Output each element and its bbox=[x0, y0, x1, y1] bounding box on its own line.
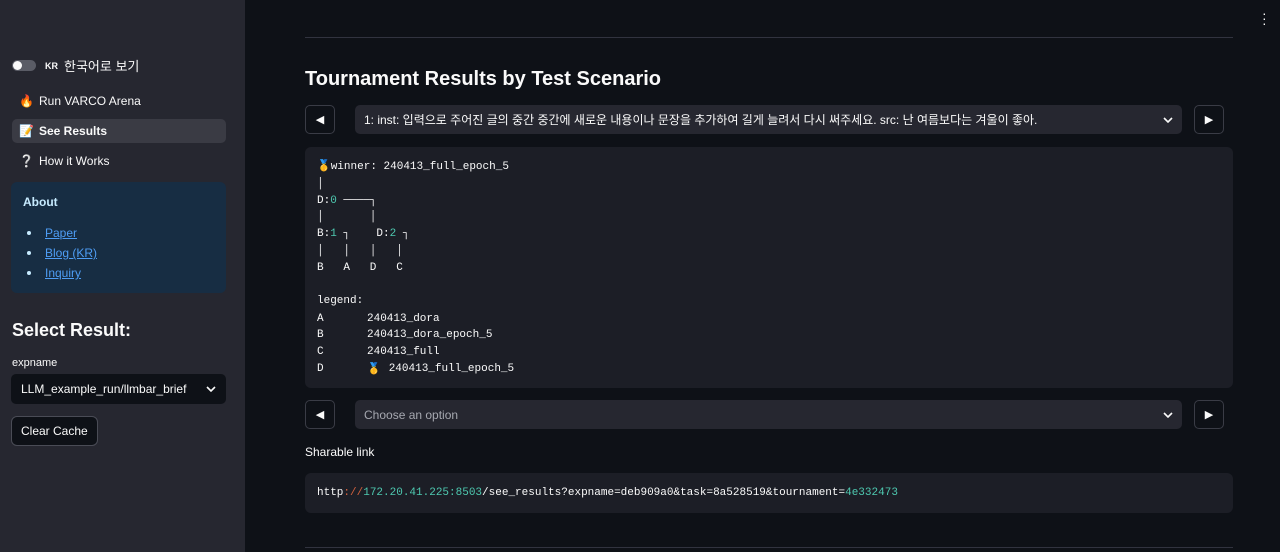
page-title: Tournament Results by Test Scenario bbox=[305, 68, 662, 90]
legend-key: C bbox=[317, 346, 324, 359]
divider bbox=[305, 37, 1233, 38]
option-select-placeholder: Choose an option bbox=[364, 407, 459, 422]
legend-key: A bbox=[317, 312, 324, 325]
next-option-button[interactable]: ▶ bbox=[1194, 400, 1224, 429]
tree-branch: ────┐ bbox=[336, 194, 377, 207]
url-proto: http bbox=[317, 487, 344, 499]
bullet-icon bbox=[27, 231, 31, 235]
tree-node-b: B: bbox=[317, 228, 331, 241]
chevron-down-icon bbox=[1163, 116, 1173, 123]
nav-item-label: Run VARCO Arena bbox=[39, 94, 141, 108]
nav-item-how-it-works[interactable]: ❔ How it Works bbox=[12, 149, 226, 173]
tree-leaves: B A D C bbox=[317, 261, 403, 274]
legend-row: C 240413_full bbox=[317, 344, 1221, 361]
winner-label: winner bbox=[330, 161, 371, 173]
tree-node-d-score: 0 bbox=[330, 194, 337, 207]
next-scenario-button[interactable]: ▶ bbox=[1194, 105, 1224, 134]
next-arrow-icon: ▶ bbox=[1204, 114, 1214, 126]
medal-icon: 🥇 bbox=[367, 363, 381, 376]
tree-node-b-score: 1 bbox=[330, 228, 337, 241]
kr-tag: KR bbox=[45, 60, 58, 71]
bullet-icon bbox=[27, 251, 31, 255]
nav-item-run-varco-arena[interactable]: 🔥 Run VARCO Arena bbox=[12, 89, 226, 113]
url-sep: :// bbox=[343, 487, 364, 499]
sidebar: KR 한국어로 보기 🔥 Run VARCO Arena 📝 See Resul… bbox=[0, 0, 245, 552]
nav-item-label: How it Works bbox=[39, 154, 110, 168]
next-arrow-icon: ▶ bbox=[1204, 409, 1214, 421]
expname-value: LLM_example_run/llmbar_brief bbox=[21, 382, 187, 396]
legend-value: 240413_full bbox=[367, 346, 440, 359]
tree-line: │ │ │ │ bbox=[317, 244, 403, 257]
about-link-item: Inquiry bbox=[23, 263, 214, 283]
toggle-knob bbox=[13, 61, 22, 70]
expname-label: expname bbox=[12, 357, 58, 369]
about-box: About Paper Blog (KR) Inquiry bbox=[11, 182, 226, 293]
sharable-url[interactable]: http://172.20.41.225:8503/see_results?ex… bbox=[317, 487, 898, 499]
nav-item-see-results[interactable]: 📝 See Results bbox=[12, 119, 226, 143]
toggle-switch[interactable] bbox=[12, 60, 36, 71]
url-tail: 4e332473 bbox=[845, 487, 898, 499]
about-link-item: Blog (KR) bbox=[23, 243, 214, 263]
tree-branch: ┐ bbox=[396, 228, 410, 241]
legend-value: 240413_full_epoch_5 bbox=[388, 362, 515, 375]
sharable-link-code: http://172.20.41.225:8503/see_results?ex… bbox=[305, 473, 1233, 513]
tree-line: │ bbox=[317, 177, 324, 190]
expname-select[interactable]: LLM_example_run/llmbar_brief bbox=[11, 374, 226, 404]
sidebar-nav: 🔥 Run VARCO Arena 📝 See Results ❔ How it… bbox=[12, 89, 226, 179]
toggle-label: 한국어로 보기 bbox=[64, 59, 140, 74]
legend-key: D bbox=[317, 362, 324, 375]
scenario-select-value: 1: inst: 입력으로 주어진 글의 중간 중간에 새로운 내용이나 문장을… bbox=[364, 113, 1038, 127]
legend-row: A 240413_dora bbox=[317, 310, 1221, 327]
tournament-tree-code: 🥇winner: 240413_full_epoch_5 │ D:0 ────┐… bbox=[305, 147, 1233, 388]
paper-link[interactable]: Paper bbox=[45, 226, 77, 240]
legend-list: A 240413_dora B 240413_dora_epoch_5 C 24041… bbox=[317, 310, 1221, 377]
url-path: /see_results?expname=deb909a0&task=8a528… bbox=[482, 487, 846, 499]
select-result-title: Select Result: bbox=[12, 320, 132, 340]
language-toggle[interactable]: KR 한국어로 보기 bbox=[12, 56, 139, 75]
nav-item-label: See Results bbox=[39, 124, 108, 138]
legend-row: D 🥇 240413_full_epoch_5 bbox=[317, 361, 1221, 378]
inquiry-link[interactable]: Inquiry bbox=[45, 266, 81, 280]
tree-line: │ │ bbox=[317, 211, 377, 224]
fire-icon: 🔥 bbox=[19, 94, 34, 108]
chevron-down-icon bbox=[1163, 411, 1173, 418]
scenario-select[interactable]: 1: inst: 입력으로 주어진 글의 중간 중간에 새로운 내용이나 문장을… bbox=[355, 105, 1182, 134]
main-menu-icon[interactable]: · · · bbox=[1262, 6, 1267, 30]
medal-icon: 🥇 bbox=[317, 161, 331, 173]
divider bbox=[305, 547, 1233, 548]
prev-option-button[interactable]: ◀ bbox=[305, 400, 335, 429]
legend-value: 240413_dora bbox=[367, 312, 440, 325]
memo-icon: 📝 bbox=[19, 124, 34, 138]
legend-key: B bbox=[317, 329, 324, 342]
legend-title: legend bbox=[317, 295, 357, 308]
clear-cache-button[interactable]: Clear Cache bbox=[11, 416, 98, 446]
prev-arrow-icon: ◀ bbox=[315, 409, 325, 421]
legend-value: 240413_dora_epoch_5 bbox=[367, 329, 493, 342]
blog-link[interactable]: Blog (KR) bbox=[45, 246, 97, 260]
about-links: Paper Blog (KR) Inquiry bbox=[23, 223, 214, 283]
chevron-down-icon bbox=[206, 386, 216, 392]
question-icon: ❔ bbox=[19, 154, 34, 168]
tree-branch: ┐ D: bbox=[336, 228, 390, 241]
prev-arrow-icon: ◀ bbox=[315, 114, 325, 126]
about-link-item: Paper bbox=[23, 223, 214, 243]
winner-value: 240413_full_epoch_5 bbox=[383, 161, 509, 173]
option-select[interactable]: Choose an option bbox=[355, 400, 1182, 429]
legend-row: B 240413_dora_epoch_5 bbox=[317, 327, 1221, 344]
tree-node-d: D: bbox=[317, 194, 331, 207]
url-host: 172.20.41.225:8503 bbox=[363, 487, 483, 499]
bullet-icon bbox=[27, 271, 31, 275]
sharable-link-label: Sharable link bbox=[305, 445, 375, 459]
about-title: About bbox=[23, 195, 58, 209]
prev-scenario-button[interactable]: ◀ bbox=[305, 105, 335, 134]
